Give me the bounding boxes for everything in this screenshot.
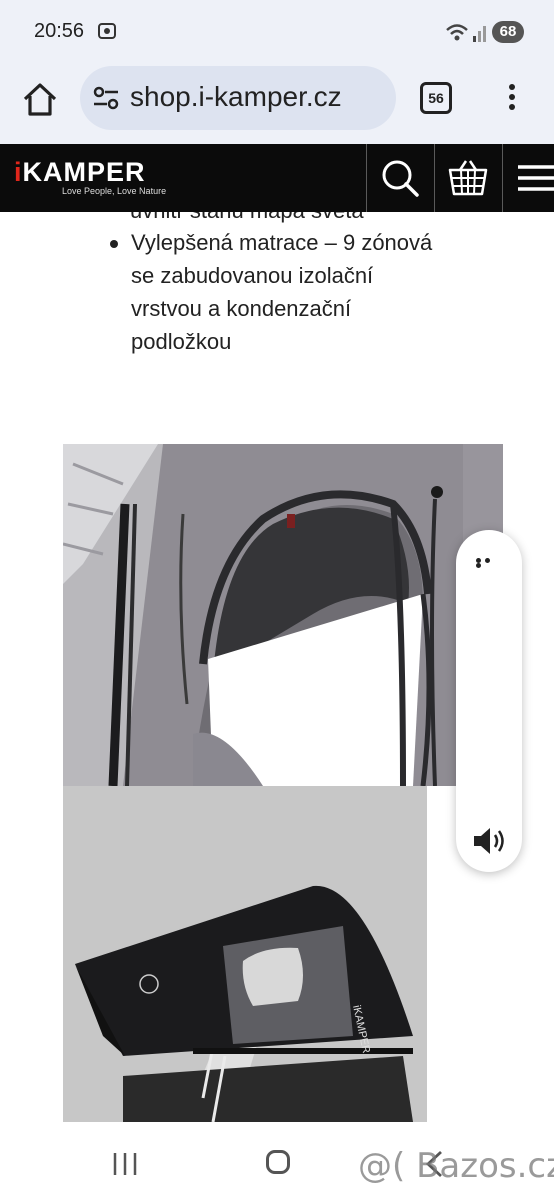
header-divider xyxy=(366,144,367,212)
header-divider xyxy=(434,144,435,212)
status-time: 20:56 xyxy=(34,20,85,42)
browser-toolbar: shop.i-kamper.cz 56 xyxy=(0,62,554,144)
status-bar: 20:56 68 xyxy=(0,0,554,62)
page-content: uvnitř stanu mapa světa Vylepšená matrac… xyxy=(0,212,554,1140)
more-horiz-icon[interactable] xyxy=(476,558,502,568)
system-nav-bar: @( Bazos.cz xyxy=(0,1140,554,1200)
tabs-button[interactable]: 56 xyxy=(420,82,452,114)
battery-indicator: 68 xyxy=(492,21,524,43)
home-nav-icon[interactable] xyxy=(266,1150,290,1174)
site-header: iKAMPER Love People, Love Nature xyxy=(0,144,554,212)
hamburger-icon[interactable] xyxy=(514,156,554,200)
tent-interior-photo xyxy=(63,444,503,786)
volume-icon[interactable] xyxy=(470,822,508,860)
more-vert-icon[interactable] xyxy=(504,80,520,120)
list-item-line: podložkou xyxy=(131,329,232,354)
cart-icon[interactable] xyxy=(446,156,490,200)
recent-apps-icon[interactable] xyxy=(112,1151,138,1177)
rooftop-tent-photo: iKAMPER xyxy=(63,786,427,1122)
floating-media-panel[interactable] xyxy=(456,530,522,872)
search-icon[interactable] xyxy=(378,156,422,200)
feature-list: Vylepšená matrace – 9 zónová se zabudova… xyxy=(108,226,508,358)
url-text: shop.i-kamper.cz xyxy=(130,81,342,112)
list-item-line: vrstvou a kondenzační xyxy=(131,296,352,321)
home-icon[interactable] xyxy=(20,80,60,120)
bazos-watermark: @( Bazos.cz xyxy=(358,1146,554,1186)
tune-icon[interactable] xyxy=(92,85,120,111)
list-item-line: se zabudovanou izolační xyxy=(131,263,374,288)
logo-text: KAMPER xyxy=(22,157,146,187)
list-item: Vylepšená matrace – 9 zónová se zabudova… xyxy=(108,226,508,358)
header-divider xyxy=(502,144,503,212)
address-bar[interactable]: shop.i-kamper.cz xyxy=(80,66,396,130)
ikamper-logo[interactable]: iKAMPER Love People, Love Nature xyxy=(14,158,166,196)
screen-record-icon xyxy=(98,23,116,39)
cut-off-text-line: uvnitř stanu mapa světa xyxy=(130,212,364,224)
list-item-line: Vylepšená matrace – 9 zónová xyxy=(131,230,433,255)
logo-prefix: i xyxy=(14,157,23,187)
logo-tagline: Love People, Love Nature xyxy=(62,186,167,196)
wifi-signal-icon xyxy=(446,24,486,42)
